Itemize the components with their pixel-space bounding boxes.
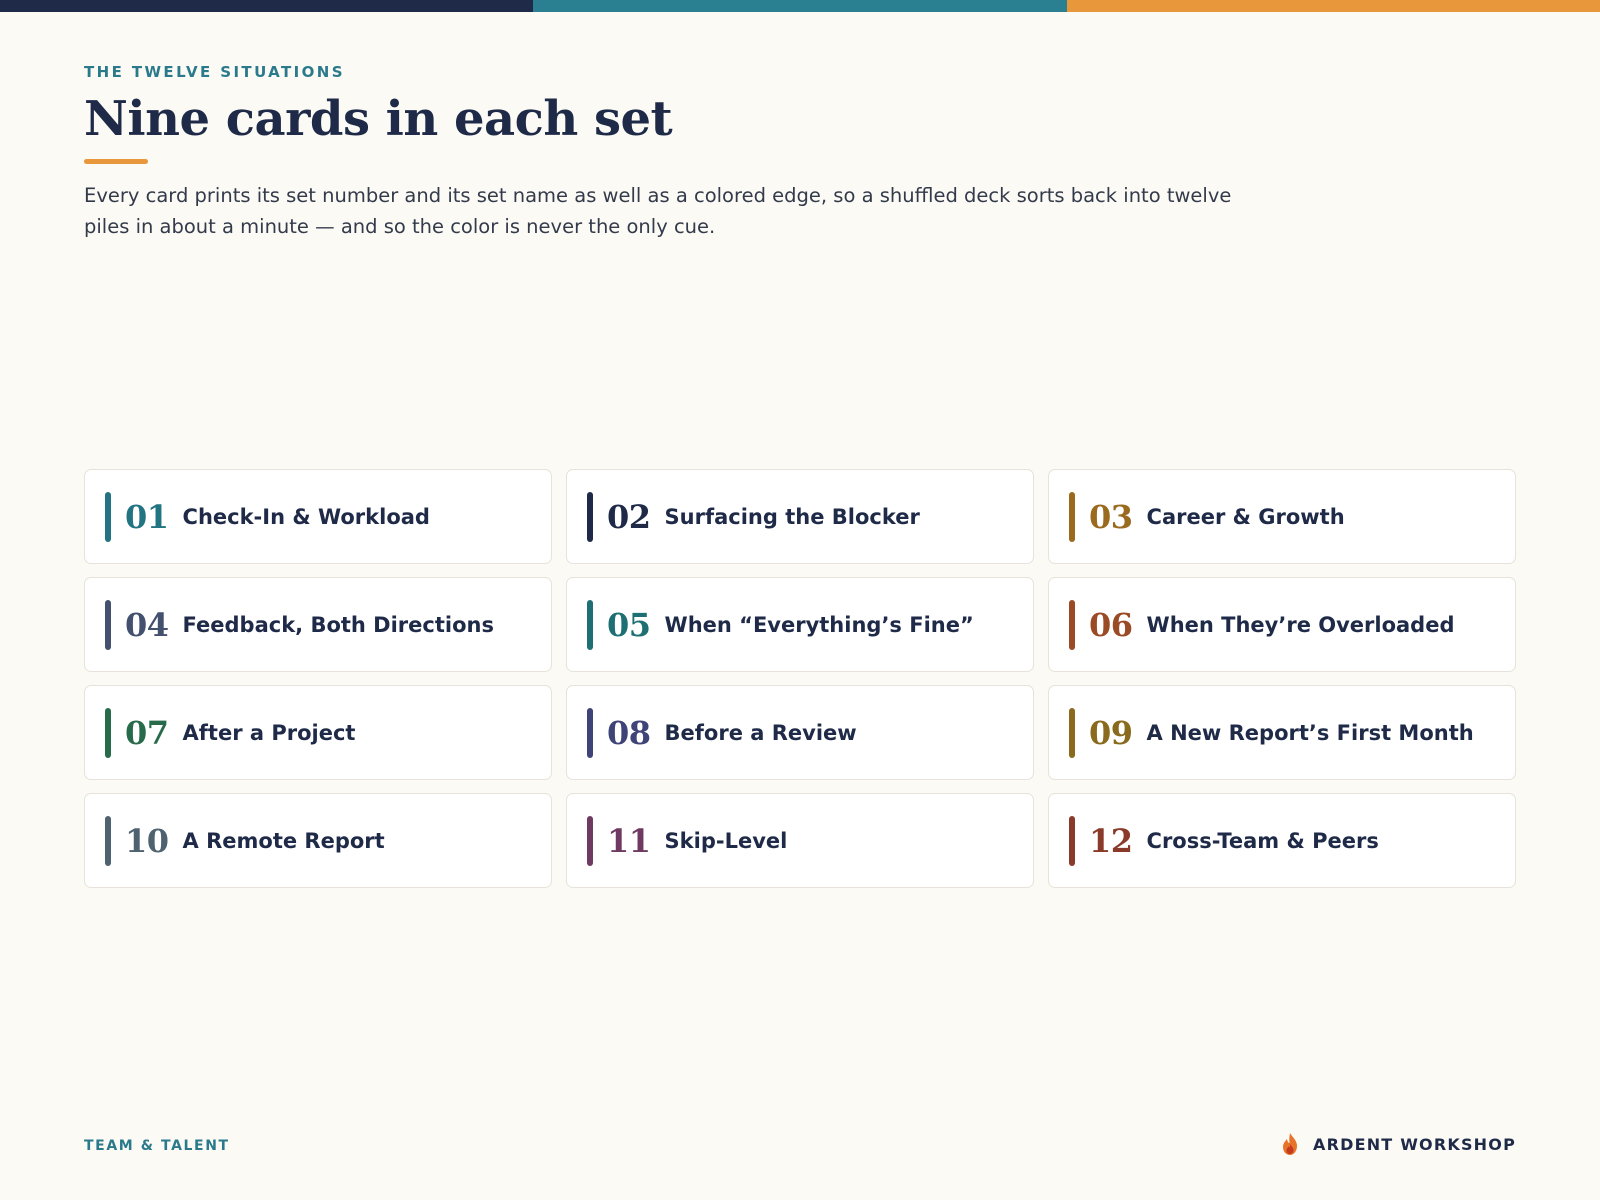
footer-brand: ARDENT WORKSHOP <box>1279 1132 1516 1156</box>
set-number: 04 <box>125 605 169 644</box>
set-number: 07 <box>125 713 169 752</box>
footer-category: TEAM & TALENT <box>84 1138 230 1154</box>
set-color-edge <box>105 815 111 866</box>
set-name: Career & Growth <box>1146 504 1345 529</box>
set-card: 03 Career & Growth <box>1048 469 1516 564</box>
set-grid: 01 Check-In & Workload 02 Surfacing the Bl… <box>84 469 1516 888</box>
set-card: 05 When “Everything’s Fine” <box>566 577 1034 672</box>
title-underline <box>84 158 148 164</box>
set-color-edge <box>587 599 593 650</box>
set-color-edge <box>587 707 593 758</box>
set-number: 01 <box>125 497 169 536</box>
set-name: Feedback, Both Directions <box>182 612 494 637</box>
set-number: 02 <box>607 497 651 536</box>
set-color-edge <box>1069 599 1075 650</box>
set-color-edge <box>587 491 593 542</box>
set-number: 10 <box>125 821 169 860</box>
set-color-edge <box>105 707 111 758</box>
set-number: 09 <box>1089 713 1133 752</box>
intro-paragraph: Every card prints its set number and its… <box>84 183 1232 238</box>
set-number: 05 <box>607 605 651 644</box>
set-name: Cross-Team & Peers <box>1146 828 1379 853</box>
set-number: 11 <box>607 821 651 860</box>
top-color-bar <box>0 0 1600 12</box>
set-name: When They’re Overloaded <box>1146 612 1455 637</box>
set-name: When “Everything’s Fine” <box>664 612 974 637</box>
set-color-edge <box>587 815 593 866</box>
set-name: Check-In & Workload <box>182 504 430 529</box>
set-card: 07 After a Project <box>84 685 552 780</box>
set-number: 03 <box>1089 497 1133 536</box>
set-name: After a Project <box>182 720 356 745</box>
set-card: 01 Check-In & Workload <box>84 469 552 564</box>
set-color-edge <box>1069 491 1075 542</box>
set-card: 02 Surfacing the Blocker <box>566 469 1034 564</box>
set-color-edge <box>1069 815 1075 866</box>
set-color-edge <box>105 599 111 650</box>
set-card: 08 Before a Review <box>566 685 1034 780</box>
set-name: A Remote Report <box>182 828 385 853</box>
set-color-edge <box>1069 707 1075 758</box>
set-color-edge <box>105 491 111 542</box>
set-card: 12 Cross-Team & Peers <box>1048 793 1516 888</box>
brand-name: ARDENT WORKSHOP <box>1313 1134 1516 1154</box>
set-number: 12 <box>1089 821 1133 860</box>
set-name: Before a Review <box>664 720 857 745</box>
top-bar-teal-segment <box>533 0 1067 12</box>
set-card: 09 A New Report’s First Month <box>1048 685 1516 780</box>
set-number: 06 <box>1089 605 1133 644</box>
flame-icon <box>1283 1133 1297 1155</box>
top-bar-orange-segment <box>1066 0 1600 12</box>
set-card: 11 Skip-Level <box>566 793 1034 888</box>
set-number: 08 <box>607 713 651 752</box>
set-name: Surfacing the Blocker <box>664 504 920 529</box>
section-eyebrow: THE TWELVE SITUATIONS <box>84 63 345 81</box>
top-bar-navy-segment <box>0 0 534 12</box>
set-name: Skip-Level <box>664 828 788 853</box>
set-card: 04 Feedback, Both Directions <box>84 577 552 672</box>
set-card: 10 A Remote Report <box>84 793 552 888</box>
set-card: 06 When They’re Overloaded <box>1048 577 1516 672</box>
set-name: A New Report’s First Month <box>1146 720 1474 745</box>
page-title: Nine cards in each set <box>84 91 673 147</box>
page-header: THE TWELVE SITUATIONS Nine cards in each… <box>84 63 1264 242</box>
